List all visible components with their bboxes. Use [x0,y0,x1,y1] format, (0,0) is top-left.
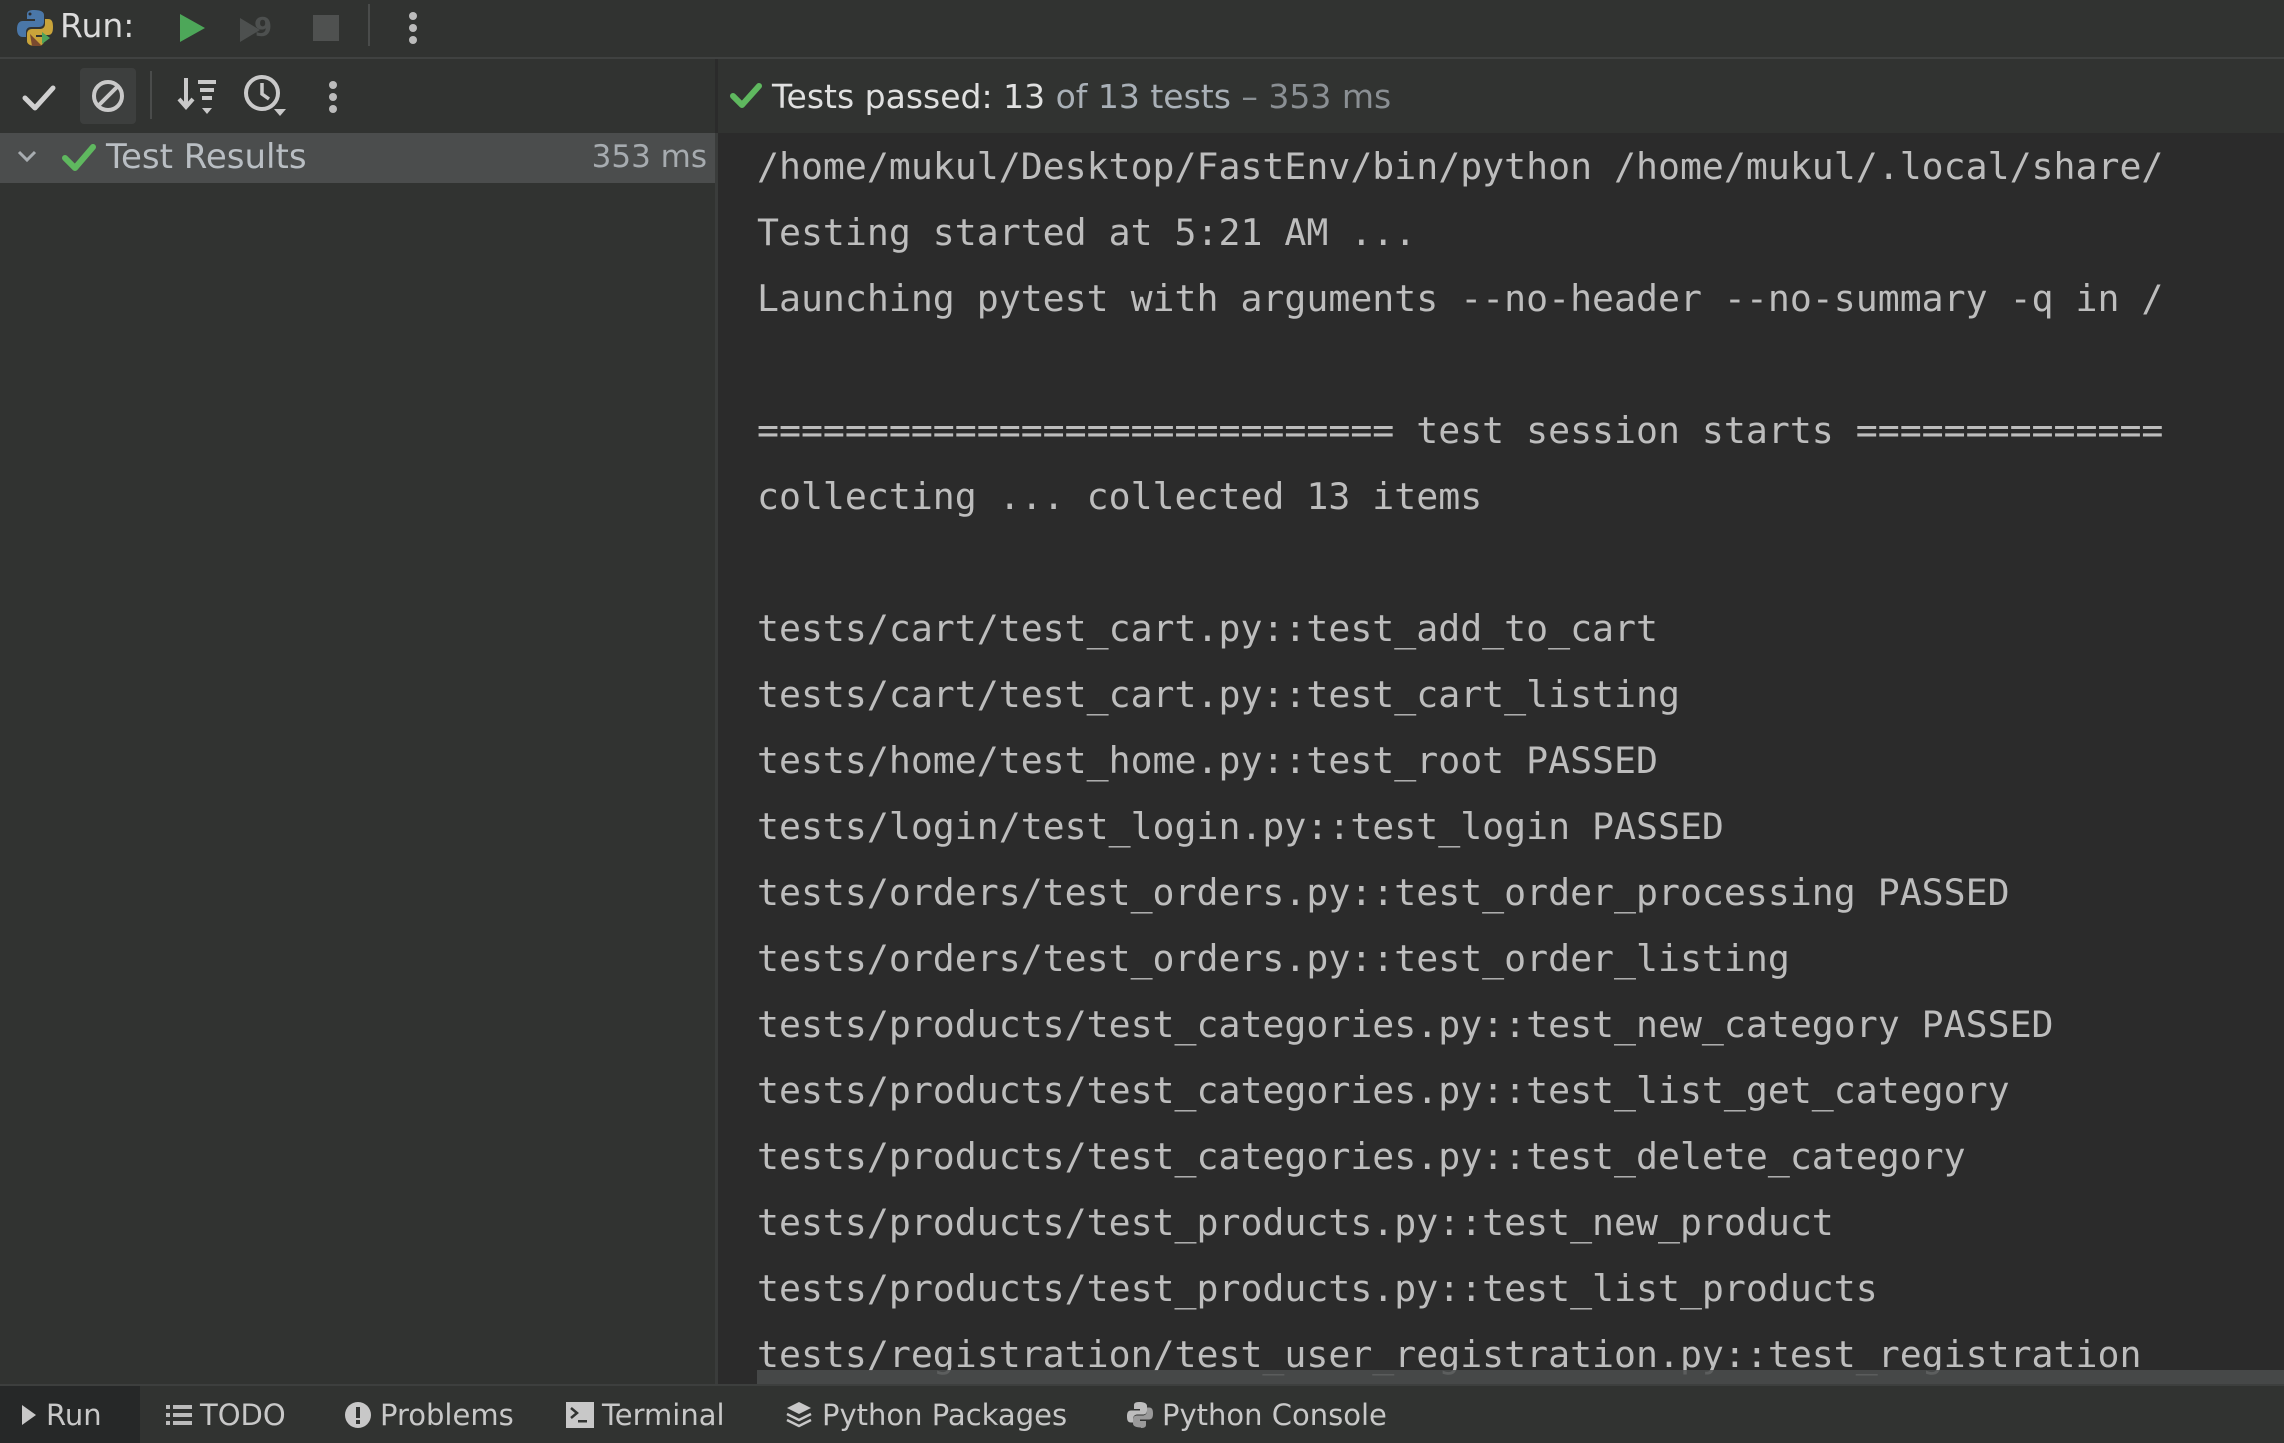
console-line: Testing started at 5:21 AM ... [757,211,1417,254]
terminal-icon [566,1401,594,1428]
python-console-icon [1126,1401,1154,1429]
tab-label: Python Packages [822,1397,1068,1432]
passed-count: 13 [1003,76,1046,116]
console-line: tests/products/test_products.py::test_li… [757,1267,1878,1310]
tab-todo[interactable]: TODO [166,1386,286,1443]
console-line: tests/orders/test_orders.py::test_order_… [757,937,1790,980]
tool-window-bar: Run TODO Problems Terminal Python Packag… [0,1384,2284,1443]
passed-check-icon [730,83,762,108]
passed-check-icon [62,144,96,171]
svg-text:9: 9 [254,13,272,43]
console-line: tests/cart/test_cart.py::test_add_to_car… [757,607,1658,650]
tab-run[interactable]: Run [0,1386,140,1443]
more-options-icon[interactable] [398,6,428,50]
packages-icon [784,1400,814,1430]
tab-label: Run [46,1397,102,1432]
tab-label: Python Console [1162,1397,1387,1432]
status-duration: 353 ms [1268,76,1392,116]
python-icon [17,10,53,46]
console-horizontal-scrollbar[interactable] [757,1370,2284,1384]
tab-label: Problems [380,1397,514,1432]
total-count: of 13 tests [1045,76,1231,116]
console-output[interactable]: /home/mukul/Desktop/FastEnv/bin/python /… [718,133,2284,1384]
tab-label: Terminal [602,1397,725,1432]
show-passed-icon[interactable] [18,77,60,119]
tree-root-label: Test Results [106,137,307,177]
status-prefix: Tests passed: [772,76,1004,116]
sort-by-duration-icon[interactable] [240,71,290,121]
console-line: /home/mukul/Desktop/FastEnv/bin/python /… [757,145,2164,188]
tree-root-time: 353 ms [591,139,707,175]
stop-icon[interactable] [308,10,344,46]
console-line: tests/home/test_home.py::test_root PASSE… [757,739,1658,782]
run-icon[interactable] [172,8,212,48]
tab-label: TODO [200,1397,286,1432]
more-options-icon[interactable] [318,75,348,119]
tree-root-test-results[interactable]: Test Results 353 ms [0,133,715,183]
tab-python-packages[interactable]: Python Packages [784,1386,1067,1443]
tab-terminal[interactable]: Terminal [566,1386,725,1443]
rerun-failed-icon[interactable]: 9 [236,8,284,48]
console-line: tests/orders/test_orders.py::test_order_… [757,871,2010,914]
tab-problems[interactable]: Problems [344,1386,514,1443]
show-ignored-icon[interactable] [80,68,136,124]
status-separator: – [1230,76,1269,116]
console-line: collecting ... collected 13 items [757,475,1483,518]
console-line: Launching pytest with arguments --no-hea… [757,277,2164,320]
test-toolbar [0,59,715,133]
console-line: tests/login/test_login.py::test_login PA… [757,805,1724,848]
tab-python-console[interactable]: Python Console [1126,1386,1387,1443]
test-status: Tests passed: 13 of 13 tests – 353 ms [730,59,1391,133]
problems-icon [344,1401,372,1429]
chevron-down-icon[interactable] [14,143,40,169]
console-line: tests/products/test_categories.py::test_… [757,1069,2010,1112]
run-toolbar: Run: 9 [0,0,2284,57]
console-line: tests/cart/test_cart.py::test_cart_listi… [757,673,1680,716]
console-line: tests/products/test_categories.py::test_… [757,1003,2054,1046]
test-tree: Test Results 353 ms [0,133,715,1384]
console-line: tests/products/test_products.py::test_ne… [757,1201,1834,1244]
console-line: tests/products/test_categories.py::test_… [757,1135,1966,1178]
list-icon [166,1404,192,1426]
run-icon [20,1403,38,1427]
console-line: ============================= test sessi… [757,409,2164,452]
run-title: Run: [60,6,135,45]
test-status-header: Tests passed: 13 of 13 tests – 353 ms [718,59,2284,133]
sort-icon[interactable] [174,71,222,121]
